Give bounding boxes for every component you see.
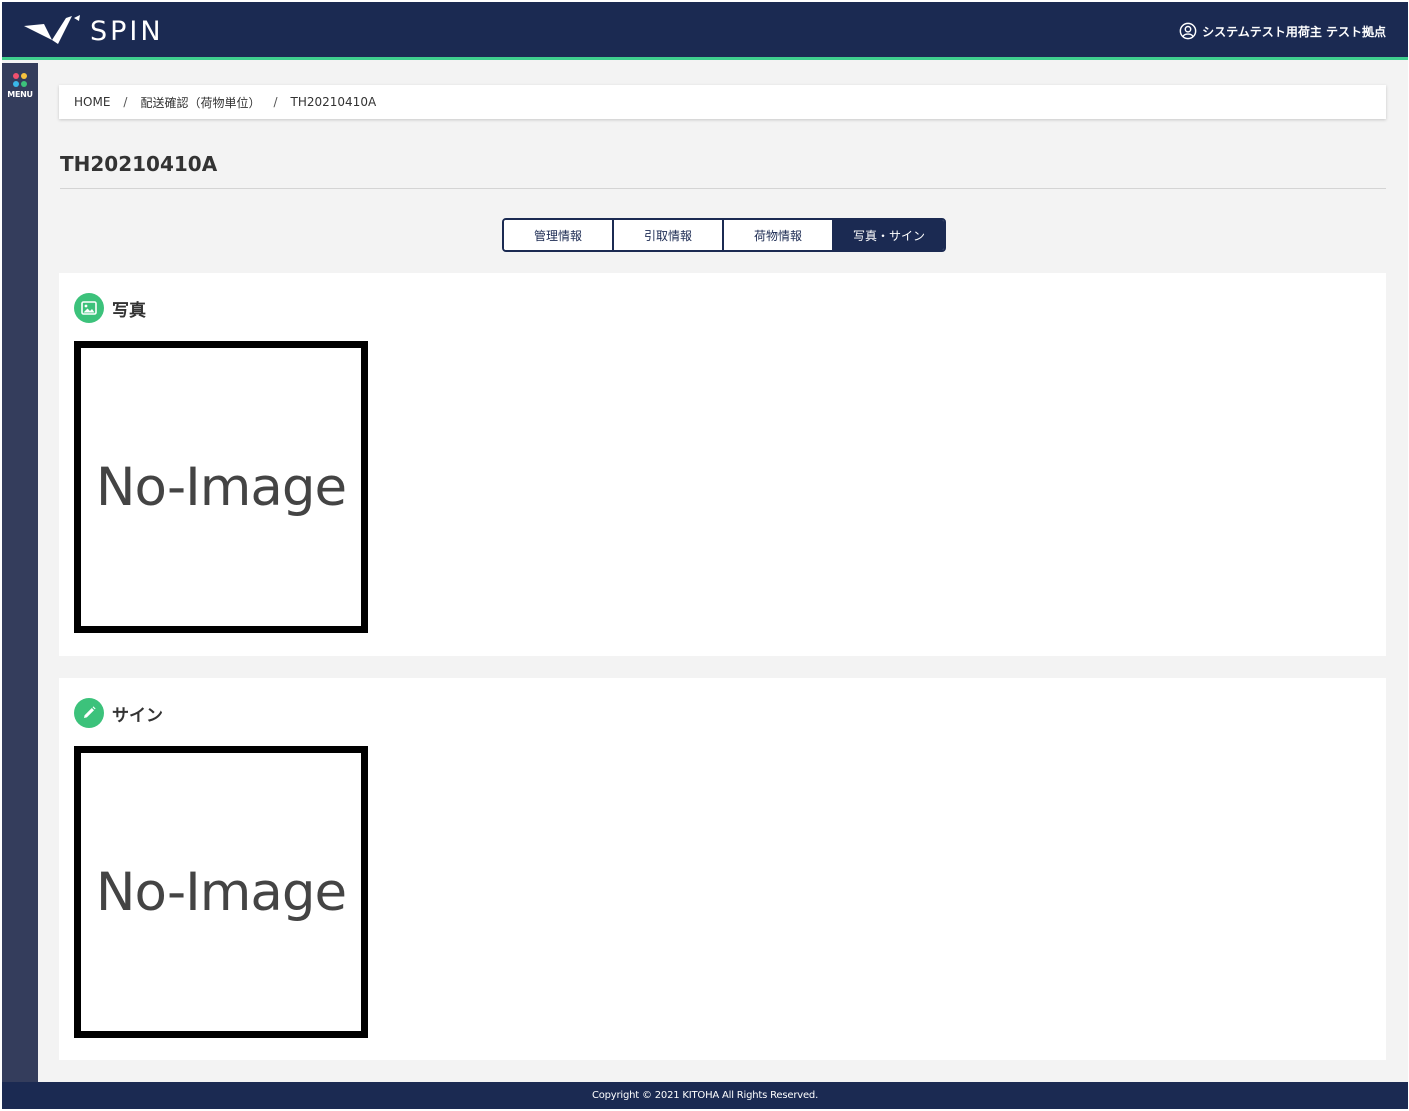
sidebar: MENU (2, 63, 38, 1082)
menu-button[interactable]: MENU (2, 71, 38, 107)
photo-image-placeholder[interactable]: No-Image (74, 341, 368, 633)
tab-bar: 管理情報 引取情報 荷物情報 写真・サイン (502, 218, 946, 252)
top-header: SPIN システムテスト用荷主 テスト拠点 (2, 2, 1408, 60)
photo-section-header: 写真 (74, 293, 146, 323)
title-divider (60, 188, 1386, 189)
user-name: システムテスト用荷主 テスト拠点 (1202, 24, 1386, 39)
tab-pickup-info[interactable]: 引取情報 (614, 220, 724, 250)
breadcrumb-delivery-check[interactable]: 配送確認（荷物単位） (140, 94, 260, 111)
pencil-icon (74, 698, 104, 728)
user-circle-icon (1179, 22, 1197, 40)
tab-package-info[interactable]: 荷物情報 (724, 220, 834, 250)
user-menu[interactable]: システムテスト用荷主 テスト拠点 (1179, 22, 1386, 40)
copyright-text: Copyright © 2021 KITOHA All Rights Reser… (591, 1090, 819, 1101)
bird-logo-icon (24, 15, 80, 44)
photo-section-title: 写真 (112, 300, 146, 321)
tab-photo-sign[interactable]: 写真・サイン (834, 220, 944, 250)
menu-label: MENU (7, 90, 33, 99)
menu-grid-icon (13, 73, 27, 87)
breadcrumb-current: TH20210410A (290, 95, 377, 109)
footer: Copyright © 2021 KITOHA All Rights Reser… (2, 1082, 1408, 1109)
breadcrumb-separator: / (273, 95, 278, 109)
breadcrumb: HOME / 配送確認（荷物単位） / TH20210410A (59, 85, 1386, 119)
photo-section: 写真 No-Image (59, 273, 1386, 656)
no-image-text: No-Image (95, 456, 347, 518)
breadcrumb-separator: / (123, 95, 128, 109)
page-title: TH20210410A (60, 152, 218, 176)
tab-management-info[interactable]: 管理情報 (504, 220, 614, 250)
sign-section: サイン No-Image (59, 678, 1386, 1060)
sign-section-title: サイン (112, 705, 163, 726)
breadcrumb-home[interactable]: HOME (74, 95, 110, 109)
image-icon (74, 293, 104, 323)
sign-section-header: サイン (74, 698, 163, 728)
logo-text: SPIN (90, 15, 164, 47)
spin-logo[interactable]: SPIN (22, 14, 164, 48)
sign-image-placeholder[interactable]: No-Image (74, 746, 368, 1038)
app-frame: SPIN システムテスト用荷主 テスト拠点 MENU HOME / 配送確認（荷… (2, 2, 1408, 1109)
no-image-text: No-Image (95, 861, 347, 923)
